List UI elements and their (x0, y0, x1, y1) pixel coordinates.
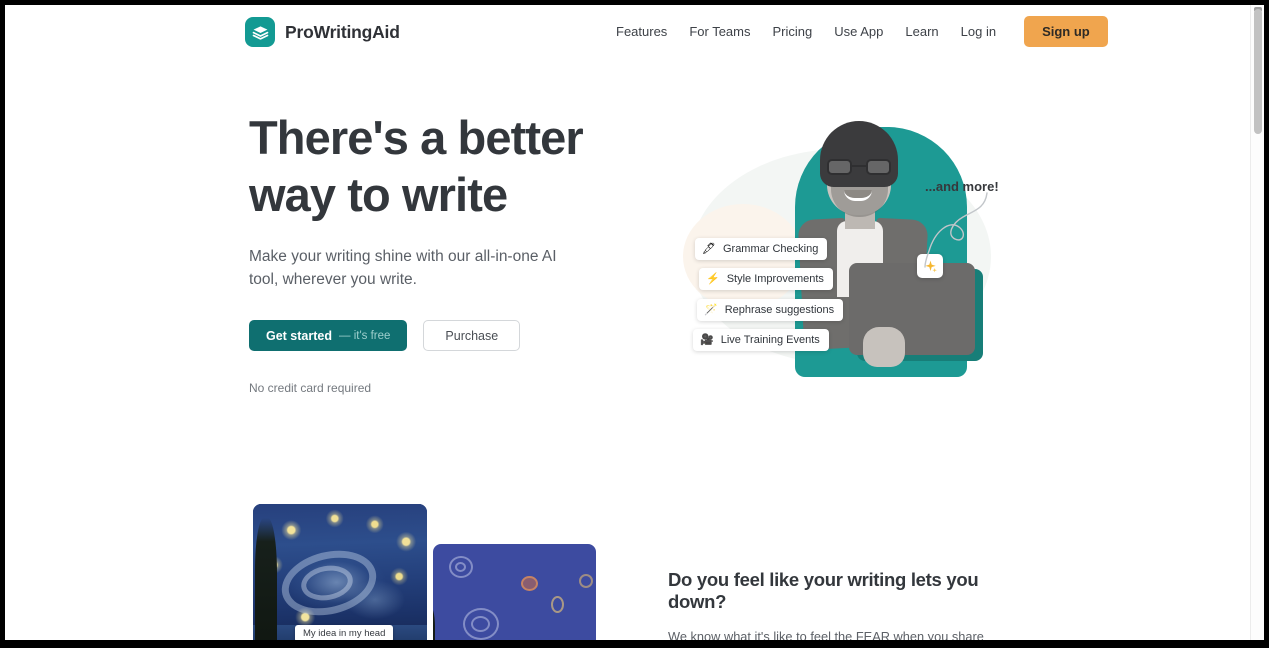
cypress-tree (255, 518, 277, 640)
sign-up-button[interactable]: Sign up (1024, 16, 1108, 47)
feature-chip-rephrase-suggestions: 🪄 Rephrase suggestions (697, 299, 844, 321)
feature-chip-label: Live Training Events (720, 334, 820, 346)
get-started-label: Get started (266, 328, 332, 343)
page-content: ProWritingAid Features For Teams Pricing… (5, 5, 1250, 640)
feature-chip-label: Grammar Checking (722, 243, 819, 255)
star-doodle (579, 574, 593, 588)
glasses-icon (827, 159, 891, 175)
and-more-label: ...and more! (925, 179, 999, 194)
section2-title: Do you feel like your writing lets you d… (668, 569, 979, 612)
nav-link-log-in[interactable]: Log in (950, 17, 1007, 46)
feature-chip-style-improvements: ⚡ Style Improvements (699, 268, 833, 290)
glasses-lens-right (866, 159, 891, 175)
hand (863, 327, 905, 367)
main-navigation: Features For Teams Pricing Use App Learn… (605, 16, 1108, 47)
feature-chip-live-training-events: 🎥 Live Training Events (693, 329, 829, 351)
hero-illustration: 🖋 Grammar Checking ⚡ Style Improvements … (673, 109, 1018, 394)
purchase-button[interactable]: Purchase (423, 320, 521, 351)
moon-doodle (521, 576, 538, 591)
nav-link-use-app[interactable]: Use App (823, 17, 894, 46)
image-caption: My idea in my head (295, 625, 394, 640)
stacked-pages-icon (245, 17, 275, 47)
no-credit-card-note: No credit card required (249, 381, 372, 395)
nav-link-learn[interactable]: Learn (894, 17, 949, 46)
hero-copy: There's a better way to write Make your … (249, 109, 609, 395)
spiral-doodle-inner (455, 562, 466, 572)
glasses-bridge (852, 165, 866, 168)
glasses-lens-left (827, 159, 852, 175)
browser-frame: ProWritingAid Features For Teams Pricing… (0, 0, 1269, 648)
get-started-sublabel: — it's free (339, 329, 391, 342)
quill-pen-icon: 🖋 (702, 242, 716, 255)
brand-name: ProWritingAid (285, 21, 400, 42)
hero-subtitle: Make your writing shine with our all-in-… (249, 248, 557, 288)
page-viewport: ProWritingAid Features For Teams Pricing… (5, 5, 1264, 640)
lightning-bolt-icon: ⚡ (706, 272, 720, 285)
curly-pointer-line (924, 192, 988, 268)
brand-logo[interactable]: ProWritingAid (245, 17, 400, 47)
hair (820, 121, 898, 187)
nav-link-pricing[interactable]: Pricing (761, 17, 823, 46)
movie-camera-icon: 🎥 (700, 333, 714, 346)
spiral-doodle-inner (471, 616, 490, 632)
starry-night-card: My idea in my head (253, 504, 427, 640)
plain-writing-card (433, 544, 596, 640)
section2-illustration: My idea in my head (253, 504, 603, 640)
feature-chip-label: Style Improvements (726, 273, 824, 285)
feature-chip-label: Rephrase suggestions (724, 304, 835, 316)
hero-actions: Get started — it's free Purchase (249, 320, 609, 351)
nav-link-for-teams[interactable]: For Teams (678, 17, 761, 46)
section2-copy: Do you feel like your writing lets you d… (668, 569, 1016, 640)
magic-wand-icon: 🪄 (704, 303, 718, 316)
scrollbar-thumb[interactable] (1254, 9, 1262, 134)
get-started-button[interactable]: Get started — it's free (249, 320, 408, 351)
nav-link-features[interactable]: Features (605, 17, 678, 46)
section2-body: We know what it's like to feel the FEAR … (668, 629, 984, 640)
star-doodle (551, 596, 564, 613)
page-title: There's a better way to write (249, 111, 584, 221)
site-header: ProWritingAid Features For Teams Pricing… (5, 5, 1250, 61)
cypress-tree-doodle (433, 604, 435, 640)
feature-chip-grammar-checking: 🖋 Grammar Checking (695, 238, 828, 260)
vertical-scrollbar[interactable] (1250, 5, 1264, 640)
